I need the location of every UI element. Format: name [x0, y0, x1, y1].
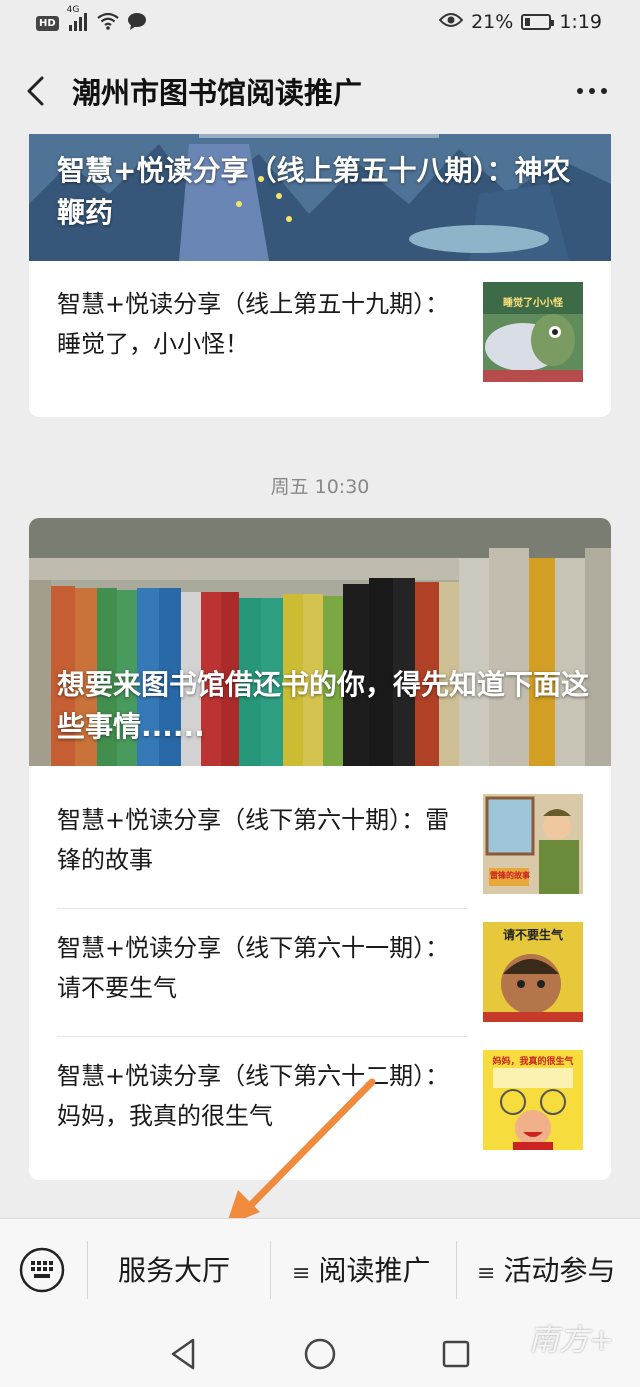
message-list[interactable]: 智慧+悦读分享（线上第五十八期）：神农鞭药 智慧+悦读分享（线上第五十九期）：睡…	[0, 134, 640, 1218]
article-title: 智慧+悦读分享（线下第六十一期）：请不要生气	[57, 934, 450, 1002]
thumbnail-caption: 妈妈，我真的很生气	[492, 1057, 574, 1067]
article-thumbnail: 睡觉了小小怪	[483, 282, 583, 382]
thumbnail-caption: 请不要生气	[502, 928, 563, 942]
article-thumbnail: 雷锋的故事	[483, 794, 583, 894]
keyboard-toggle-button[interactable]	[18, 1246, 66, 1294]
nav-bar: 潮州市图书馆阅读推广	[0, 48, 640, 134]
page-title: 潮州市图书馆阅读推广	[72, 76, 363, 110]
menu-item-reading-promotion[interactable]: ≡ 阅读推广	[292, 1249, 430, 1289]
menu-item-label: 阅读推广	[318, 1254, 431, 1287]
message-timestamp: 周五 10:30	[270, 476, 370, 498]
menu-divider	[270, 1241, 271, 1299]
article-cover[interactable]: 想要来图书馆借还书的你，得先知道下面这些事情......	[29, 518, 611, 766]
article-thumbnail: 请不要生气	[483, 922, 583, 1022]
signal-icon: 4G	[67, 5, 89, 34]
watermark-logo: 南方+	[528, 1323, 614, 1358]
eye-icon	[438, 11, 464, 33]
triangle-back-icon	[171, 1338, 195, 1370]
article-title: 智慧+悦读分享（线下第六十二期）：妈妈，我真的很生气	[57, 1062, 450, 1130]
article-card: 智慧+悦读分享（线上第五十八期）：神农鞭药 智慧+悦读分享（线上第五十九期）：睡…	[29, 134, 611, 417]
hd-badge: HD	[36, 16, 59, 31]
keyboard-icon	[19, 1247, 65, 1293]
status-left: HD 4G	[36, 5, 147, 35]
menu-item-label: 服务大厅	[118, 1254, 231, 1287]
article-item[interactable]: 智慧+悦读分享（线下第六十一期）：请不要生气 请不要生气	[57, 910, 583, 1036]
chat-bubble-icon	[127, 12, 147, 35]
article-thumbnail: 妈妈，我真的很生气	[483, 1050, 583, 1150]
system-back-button[interactable]	[168, 1336, 198, 1376]
submenu-icon: ≡	[292, 1261, 311, 1286]
cover-title: 想要来图书馆借还书的你，得先知道下面这些事情......	[57, 668, 590, 743]
battery-icon	[521, 14, 555, 30]
thumbnail-caption: 睡觉了小小怪	[503, 298, 563, 309]
more-button[interactable]	[572, 68, 612, 114]
status-bar: HD 4G 21% 1:19	[0, 0, 640, 48]
more-horizontal-icon	[577, 88, 607, 94]
menu-item-activity[interactable]: ≡ 活动参与	[477, 1249, 615, 1289]
battery-percent: 21%	[471, 11, 514, 33]
menu-divider	[87, 1241, 88, 1299]
submenu-icon: ≡	[477, 1261, 496, 1286]
menu-item-label: 活动参与	[503, 1254, 616, 1287]
bottom-menu: 服务大厅 ≡ 阅读推广 ≡ 活动参与	[0, 1218, 640, 1323]
item-divider	[57, 1036, 467, 1037]
article-item[interactable]: 智慧+悦读分享（线下第六十二期）：妈妈，我真的很生气 妈妈，我真的很生气	[57, 1038, 583, 1170]
system-navigation-bar: 南方+	[0, 1322, 640, 1387]
thumbnail-caption: 雷锋的故事	[490, 871, 530, 880]
clock: 1:19	[559, 11, 602, 33]
circle-home-icon	[304, 1338, 336, 1370]
back-button[interactable]	[18, 68, 58, 114]
article-item[interactable]: 智慧+悦读分享（线上第五十九期）：睡觉了，小小怪！ 睡觉了小小怪	[57, 274, 583, 384]
system-recents-button[interactable]	[440, 1336, 472, 1376]
status-right: 21% 1:19	[438, 11, 602, 33]
item-divider	[57, 908, 467, 909]
article-card: 想要来图书馆借还书的你，得先知道下面这些事情...... 智慧+悦读分享（线下第…	[29, 518, 611, 1180]
cover-title: 智慧+悦读分享（线上第五十八期）：神农鞭药	[57, 154, 571, 229]
article-title: 智慧+悦读分享（线上第五十九期）：睡觉了，小小怪！	[57, 290, 450, 358]
article-title: 智慧+悦读分享（线下第六十期）：雷锋的故事	[57, 806, 450, 874]
square-recents-icon	[442, 1340, 470, 1368]
battery-level	[525, 18, 531, 26]
menu-divider	[456, 1241, 457, 1299]
article-item[interactable]: 智慧+悦读分享（线下第六十期）：雷锋的故事 雷锋的故事	[57, 782, 583, 900]
chevron-left-icon	[27, 76, 44, 106]
network-type-label: 4G	[66, 5, 80, 15]
article-cover[interactable]: 智慧+悦读分享（线上第五十八期）：神农鞭药	[29, 134, 611, 261]
system-home-button[interactable]	[302, 1336, 338, 1376]
wifi-icon	[96, 12, 119, 35]
menu-item-service-hall[interactable]: 服务大厅	[118, 1249, 230, 1289]
